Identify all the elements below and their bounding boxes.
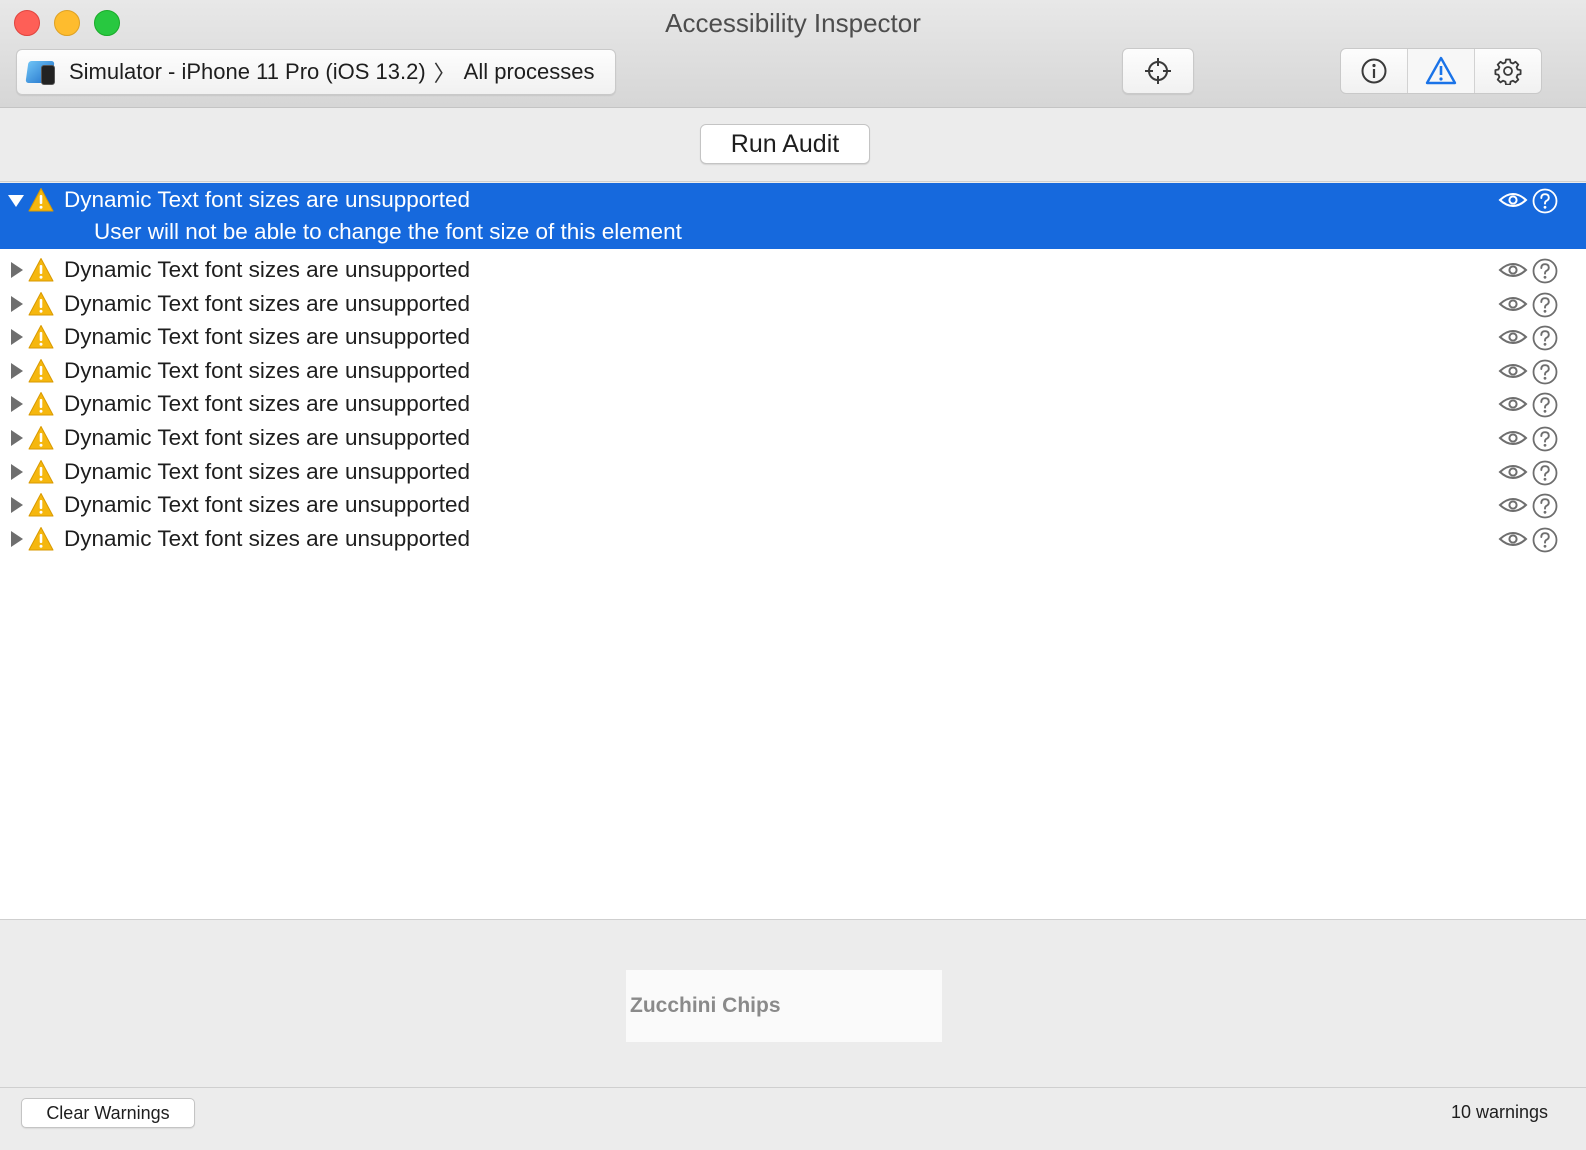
help-icon[interactable] (1532, 359, 1558, 385)
help-icon[interactable] (1532, 188, 1558, 214)
audit-tab[interactable] (1408, 49, 1475, 93)
element-preview-panel: Zucchini Chips (0, 919, 1586, 1087)
help-icon[interactable] (1532, 392, 1558, 418)
eye-icon[interactable] (1498, 189, 1528, 211)
audit-issue-row[interactable]: Dynamic Text font sizes are unsupported (0, 488, 1586, 522)
warning-triangle-icon (28, 459, 54, 484)
eye-icon[interactable] (1498, 427, 1528, 449)
disclosure-triangle-collapsed-icon[interactable] (6, 361, 26, 381)
issue-title: Dynamic Text font sizes are unsupported (64, 492, 471, 518)
audit-toolbar: Run Audit (0, 108, 1586, 182)
help-icon[interactable] (1532, 325, 1558, 351)
audit-issue-row[interactable]: Dynamic Text font sizes are unsupported (0, 320, 1586, 354)
run-audit-button[interactable]: Run Audit (700, 124, 870, 164)
warning-triangle-icon (28, 526, 54, 551)
window-title: Accessibility Inspector (665, 8, 921, 38)
crosshair-icon (1145, 58, 1171, 84)
target-selector-button[interactable]: Simulator - iPhone 11 Pro (iOS 13.2) 〉 A… (16, 49, 616, 95)
inspector-mode-segmented-control (1340, 48, 1542, 94)
disclosure-triangle-collapsed-icon[interactable] (6, 260, 26, 280)
warning-triangle-icon (28, 325, 54, 349)
eye-icon[interactable] (1498, 494, 1528, 516)
warning-triangle-icon (28, 188, 54, 212)
issue-title: Dynamic Text font sizes are unsupported (64, 290, 471, 316)
issue-title: Dynamic Text font sizes are unsupported (64, 525, 471, 551)
issue-title: Dynamic Text font sizes are unsupported (64, 357, 471, 383)
title-bar: Accessibility Inspector Simulator - iPho… (0, 0, 1586, 108)
disclosure-triangle-collapsed-icon[interactable] (6, 294, 26, 314)
clear-warnings-button[interactable]: Clear Warnings (21, 1098, 195, 1128)
audit-issue-row[interactable]: Dynamic Text font sizes are unsupported (0, 354, 1586, 388)
disclosure-triangle-collapsed-icon[interactable] (6, 462, 26, 482)
help-icon[interactable] (1532, 426, 1558, 452)
issue-detail: User will not be able to change the font… (94, 219, 682, 244)
audit-issue-row[interactable]: Dynamic Text font sizes are unsupported U… (0, 183, 1586, 249)
eye-icon[interactable] (1498, 461, 1528, 483)
simulator-icon (25, 59, 57, 85)
inspection-pointer-button[interactable] (1122, 48, 1194, 94)
audit-issue-row[interactable]: Dynamic Text font sizes are unsupported (0, 421, 1586, 455)
audit-issue-row[interactable]: Dynamic Text font sizes are unsupported (0, 387, 1586, 421)
info-icon (1361, 58, 1387, 84)
disclosure-triangle-expanded-icon[interactable] (6, 190, 26, 210)
issue-title: Dynamic Text font sizes are unsupported (64, 391, 471, 417)
help-icon[interactable] (1532, 292, 1558, 318)
disclosure-triangle-collapsed-icon[interactable] (6, 327, 26, 347)
issue-title: Dynamic Text font sizes are unsupported (64, 187, 471, 212)
warning-triangle-icon (28, 392, 54, 416)
eye-icon[interactable] (1498, 259, 1528, 281)
eye-icon[interactable] (1498, 393, 1528, 415)
gear-icon (1494, 58, 1522, 85)
audit-issue-row[interactable]: Dynamic Text font sizes are unsupported (0, 455, 1586, 489)
issue-title: Dynamic Text font sizes are unsupported (64, 257, 471, 282)
eye-icon[interactable] (1498, 326, 1528, 348)
issue-title: Dynamic Text font sizes are unsupported (64, 458, 471, 484)
disclosure-triangle-collapsed-icon[interactable] (6, 394, 26, 414)
issue-title: Dynamic Text font sizes are unsupported (64, 324, 471, 350)
audit-issue-row[interactable]: Dynamic Text font sizes are unsupported (0, 522, 1586, 556)
element-snapshot: Zucchini Chips (626, 970, 942, 1042)
audit-results-list: Dynamic Text font sizes are unsupported U… (0, 183, 1586, 919)
warning-triangle-icon (28, 291, 54, 316)
eye-icon[interactable] (1498, 360, 1528, 382)
disclosure-triangle-collapsed-icon[interactable] (6, 495, 26, 515)
inspection-tab[interactable] (1341, 49, 1408, 93)
warning-triangle-icon (28, 258, 54, 282)
help-icon[interactable] (1532, 460, 1558, 486)
eye-icon[interactable] (1498, 293, 1528, 315)
breadcrumb-separator: 〉 (433, 61, 456, 86)
warning-count: 10 warnings (1450, 1102, 1548, 1122)
warning-icon (1425, 56, 1457, 85)
eye-icon[interactable] (1498, 528, 1528, 550)
target-process-label: All processes (463, 59, 595, 84)
warning-triangle-icon (28, 426, 54, 450)
disclosure-triangle-collapsed-icon[interactable] (6, 428, 26, 448)
warning-triangle-icon (28, 358, 54, 383)
settings-tab[interactable] (1475, 49, 1541, 93)
element-snapshot-text: Zucchini Chips (630, 994, 781, 1017)
target-device-label: Simulator - iPhone 11 Pro (iOS 13.2) (69, 59, 426, 84)
audit-issue-row[interactable]: Dynamic Text font sizes are unsupported (0, 253, 1586, 287)
status-bar: Clear Warnings 10 warnings (0, 1087, 1586, 1150)
help-icon[interactable] (1532, 493, 1558, 519)
help-icon[interactable] (1532, 258, 1558, 284)
help-icon[interactable] (1532, 527, 1558, 553)
accessibility-inspector-window: Accessibility Inspector Simulator - iPho… (0, 0, 1586, 1150)
disclosure-triangle-collapsed-icon[interactable] (6, 529, 26, 549)
warning-triangle-icon (28, 493, 54, 517)
audit-issue-row[interactable]: Dynamic Text font sizes are unsupported (0, 287, 1586, 321)
issue-title: Dynamic Text font sizes are unsupported (64, 425, 471, 450)
